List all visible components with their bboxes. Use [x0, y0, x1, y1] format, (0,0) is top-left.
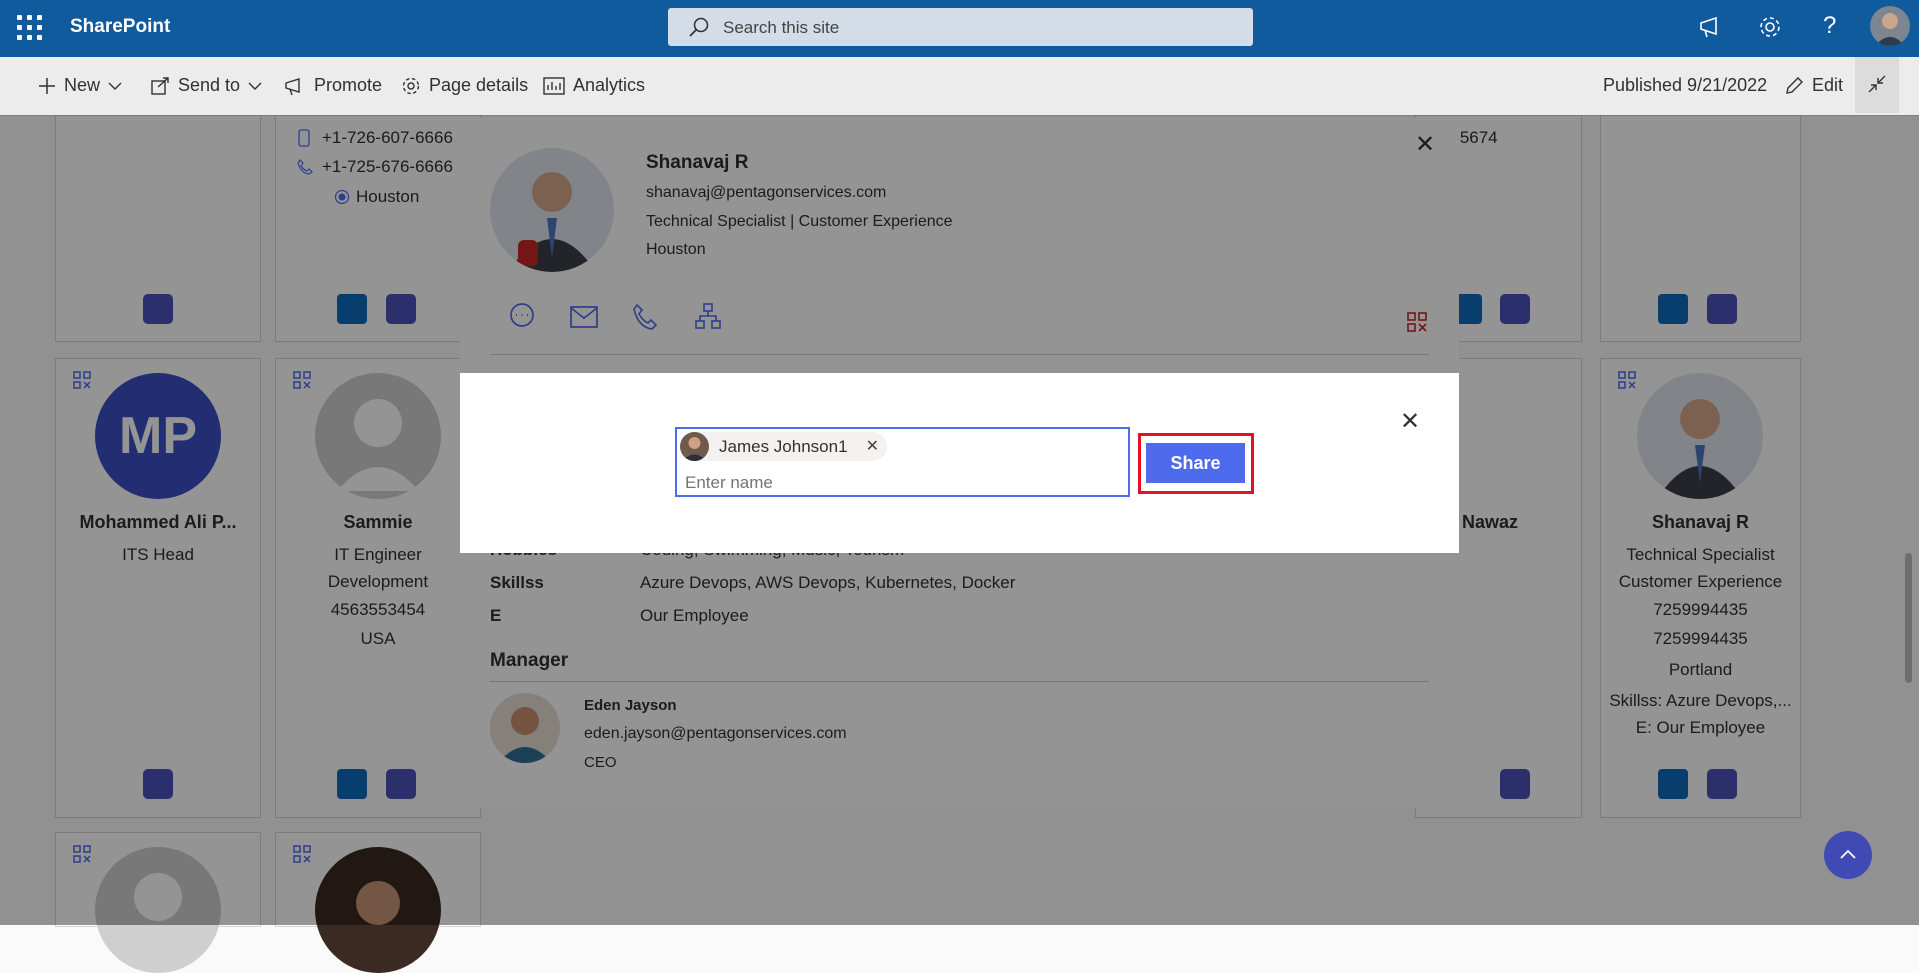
- site-search-box[interactable]: Search this site: [668, 8, 1253, 46]
- page-details-button[interactable]: Page details: [401, 75, 528, 96]
- collapse-button[interactable]: [1855, 57, 1899, 113]
- page-scrollbar[interactable]: [1905, 553, 1912, 683]
- edit-button[interactable]: Edit: [1784, 75, 1843, 96]
- share-button[interactable]: Share: [1146, 443, 1245, 483]
- scroll-to-top-button[interactable]: [1824, 831, 1872, 879]
- send-to-button[interactable]: Send to: [150, 75, 262, 96]
- remove-person-icon[interactable]: ✕: [866, 436, 879, 456]
- selected-person-pill[interactable]: James Johnson1 ✕: [680, 432, 887, 461]
- gear-icon[interactable]: [1757, 14, 1783, 40]
- analytics-label: Analytics: [573, 75, 646, 95]
- send-to-label: Send to: [178, 75, 241, 95]
- pencil-icon: [1786, 76, 1803, 94]
- edit-label: Edit: [1812, 75, 1844, 95]
- close-icon[interactable]: ✕: [1400, 407, 1420, 436]
- published-label: Published 9/21/2022: [1603, 75, 1768, 95]
- command-bar: New Send to Promote Page details Analyti…: [0, 57, 1919, 116]
- gear-icon: [402, 77, 420, 94]
- search-placeholder: Search this site: [723, 18, 840, 37]
- app-launcher-icon[interactable]: [17, 15, 43, 41]
- page-details-label: Page details: [429, 75, 529, 95]
- published-status: Published 9/21/2022: [1603, 75, 1767, 96]
- new-button[interactable]: New: [38, 75, 122, 96]
- chevron-down-icon: [108, 82, 122, 90]
- analytics-icon: [543, 76, 565, 95]
- enter-name-input[interactable]: [685, 473, 1105, 493]
- promote-button[interactable]: Promote: [284, 75, 382, 96]
- plus-icon: [39, 77, 55, 94]
- chevron-up-icon: [1840, 849, 1856, 859]
- person-avatar: [680, 432, 709, 461]
- selected-person-name: James Johnson1: [719, 436, 848, 456]
- megaphone-icon[interactable]: [1698, 14, 1724, 40]
- share-button-highlight: Share: [1138, 433, 1254, 494]
- share-icon: [151, 76, 169, 95]
- help-icon[interactable]: ?: [1823, 12, 1836, 40]
- share-dialog: James Johnson1 ✕ Share ✕: [460, 373, 1459, 553]
- app-name[interactable]: SharePoint: [70, 16, 170, 38]
- megaphone-icon: [285, 77, 300, 95]
- new-label: New: [64, 75, 101, 95]
- promote-label: Promote: [314, 75, 383, 95]
- chevron-down-icon: [248, 82, 262, 90]
- collapse-icon: [1868, 75, 1886, 93]
- suite-bar: SharePoint Search this site ?: [0, 0, 1919, 57]
- user-avatar[interactable]: [1870, 6, 1910, 46]
- search-icon: [689, 17, 709, 37]
- analytics-button[interactable]: Analytics: [543, 75, 645, 96]
- people-picker[interactable]: James Johnson1 ✕: [675, 427, 1130, 497]
